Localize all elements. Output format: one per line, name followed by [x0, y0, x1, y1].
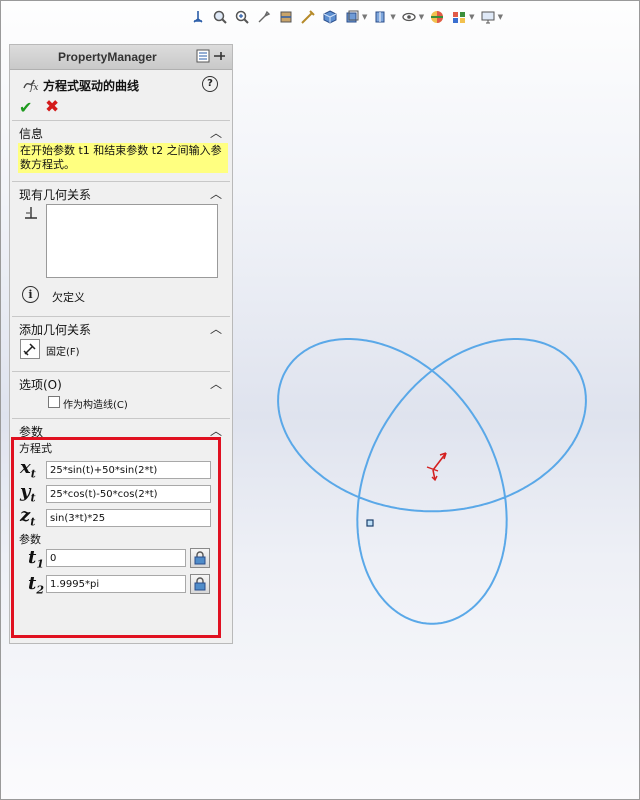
collapse-chevron-icon[interactable]: ︿	[210, 375, 222, 392]
origin-icon	[426, 452, 447, 482]
info-section-title: 信息	[19, 127, 44, 141]
existing-relations-body	[10, 202, 232, 280]
header-buttons	[196, 49, 226, 63]
info-message: 在开始参数 t1 和结束参数 t2 之间输入参数方程式。	[18, 143, 228, 173]
status-row: i 欠定义	[10, 280, 232, 310]
property-manager-header: PropertyManager	[10, 45, 232, 70]
collapse-chevron-icon[interactable]: ︿	[210, 185, 222, 202]
construction-label: 作为构造线(C)	[63, 400, 128, 411]
options-title: 选项(O)	[19, 378, 62, 392]
fix-relation-row[interactable]: 固定(F)	[10, 337, 232, 363]
help-icon[interactable]: ?	[202, 76, 218, 92]
parameters-header[interactable]: 参数 ︿	[10, 419, 232, 439]
feature-title: 方程式驱动的曲线	[43, 79, 140, 93]
options-header[interactable]: 选项(O) ︿	[10, 372, 232, 392]
existing-relations-header[interactable]: 现有几何关系 ︿	[10, 182, 232, 202]
curve-endpoint-handle[interactable]	[366, 519, 374, 527]
pushpin-icon[interactable]	[212, 49, 226, 63]
equation-curve-icon: fx	[22, 76, 40, 95]
add-relations-title: 添加几何关系	[19, 323, 92, 337]
existing-relations-list[interactable]	[46, 204, 218, 278]
construction-option-row[interactable]: 作为构造线(C)	[10, 392, 232, 414]
construction-checkbox[interactable]	[48, 396, 60, 408]
existing-relations-title: 现有几何关系	[19, 188, 92, 202]
cancel-button[interactable]: ✖	[45, 97, 59, 117]
ok-cancel-row: ✔ ✖	[10, 96, 232, 120]
collapse-chevron-icon[interactable]: ︿	[210, 124, 222, 141]
configuration-icon[interactable]	[196, 49, 210, 63]
solidworks-window: ▼ ▼ ▼ ▼ ▼ PropertyManager fx 方程式驱动的曲线 ? …	[0, 0, 640, 800]
collapse-chevron-icon[interactable]: ︿	[210, 320, 222, 337]
svg-text:fx: fx	[29, 83, 38, 92]
info-section-header[interactable]: 信息 ︿	[10, 121, 232, 141]
equation-driven-curve[interactable]	[277, 338, 587, 625]
info-icon: i	[22, 286, 39, 303]
fix-relation-label: 固定(F)	[46, 347, 80, 358]
parameters-highlight-box	[11, 437, 221, 638]
relation-perpendicular-icon	[25, 207, 37, 219]
property-manager-title: PropertyManager	[58, 50, 157, 64]
ok-button[interactable]: ✔	[19, 98, 32, 117]
add-relations-header[interactable]: 添加几何关系 ︿	[10, 317, 232, 337]
fix-anchor-icon[interactable]	[20, 339, 40, 359]
definition-status: 欠定义	[52, 291, 85, 304]
feature-title-row: fx 方程式驱动的曲线 ?	[10, 70, 232, 96]
